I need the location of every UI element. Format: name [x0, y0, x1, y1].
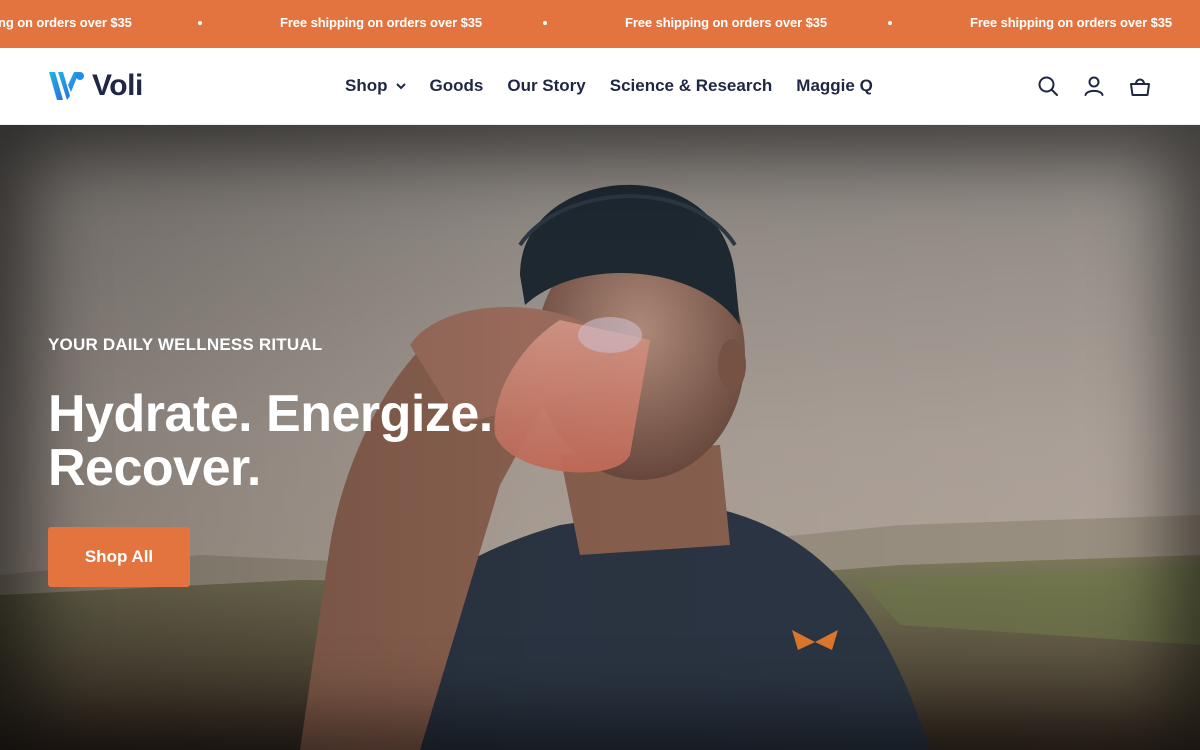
nav-item-label: Our Story: [507, 76, 586, 95]
shop-all-button[interactable]: Shop All: [48, 527, 190, 587]
nav-item-science-research[interactable]: Science & Research: [610, 75, 773, 97]
nav-item-maggie-q[interactable]: Maggie Q: [796, 75, 873, 97]
logo[interactable]: Voli: [48, 70, 143, 102]
site-header: Voli Shop Goods Our Story Science & Rese…: [0, 48, 1200, 125]
cart-icon[interactable]: [1128, 74, 1152, 98]
search-icon[interactable]: [1036, 74, 1060, 98]
nav-item-label: Shop: [345, 76, 388, 95]
logo-text: Voli: [92, 69, 143, 102]
announcement-bar: ng on orders over $35 Free shipping on o…: [0, 0, 1200, 48]
nav-item-label: Science & Research: [609, 76, 773, 95]
announcement-message: ng on orders over $35: [0, 15, 132, 30]
main-nav: Shop Goods Our Story Science & Research …: [345, 75, 897, 97]
chevron-down-icon: [395, 82, 406, 90]
hero-headline-line: Hydrate. Energize.: [48, 385, 493, 443]
announcement-message: Free shipping on orders over $35: [625, 15, 827, 30]
hero-section: YOUR DAILY WELLNESS RITUAL Hydrate. Ener…: [0, 125, 1200, 750]
nav-item-label: Maggie Q: [796, 76, 873, 95]
nav-item-our-story[interactable]: Our Story: [507, 75, 585, 97]
logo-mark-icon: [48, 71, 84, 101]
header-actions: [1014, 74, 1152, 98]
hero-headline-line: Recover.: [48, 439, 261, 497]
hero-headline: Hydrate. Energize. Recover.: [48, 387, 493, 495]
announcement-message: Free shipping on orders over $35: [280, 15, 482, 30]
nav-item-shop[interactable]: Shop: [345, 75, 406, 97]
nav-item-label: Goods: [429, 76, 484, 95]
nav-item-goods[interactable]: Goods: [430, 75, 484, 97]
announcement-separator: [198, 21, 202, 25]
hero-eyebrow: YOUR DAILY WELLNESS RITUAL: [48, 335, 323, 354]
announcement-message: Free shipping on orders over $35: [970, 15, 1172, 30]
announcement-separator: [543, 21, 547, 25]
account-icon[interactable]: [1082, 74, 1106, 98]
announcement-separator: [888, 21, 892, 25]
